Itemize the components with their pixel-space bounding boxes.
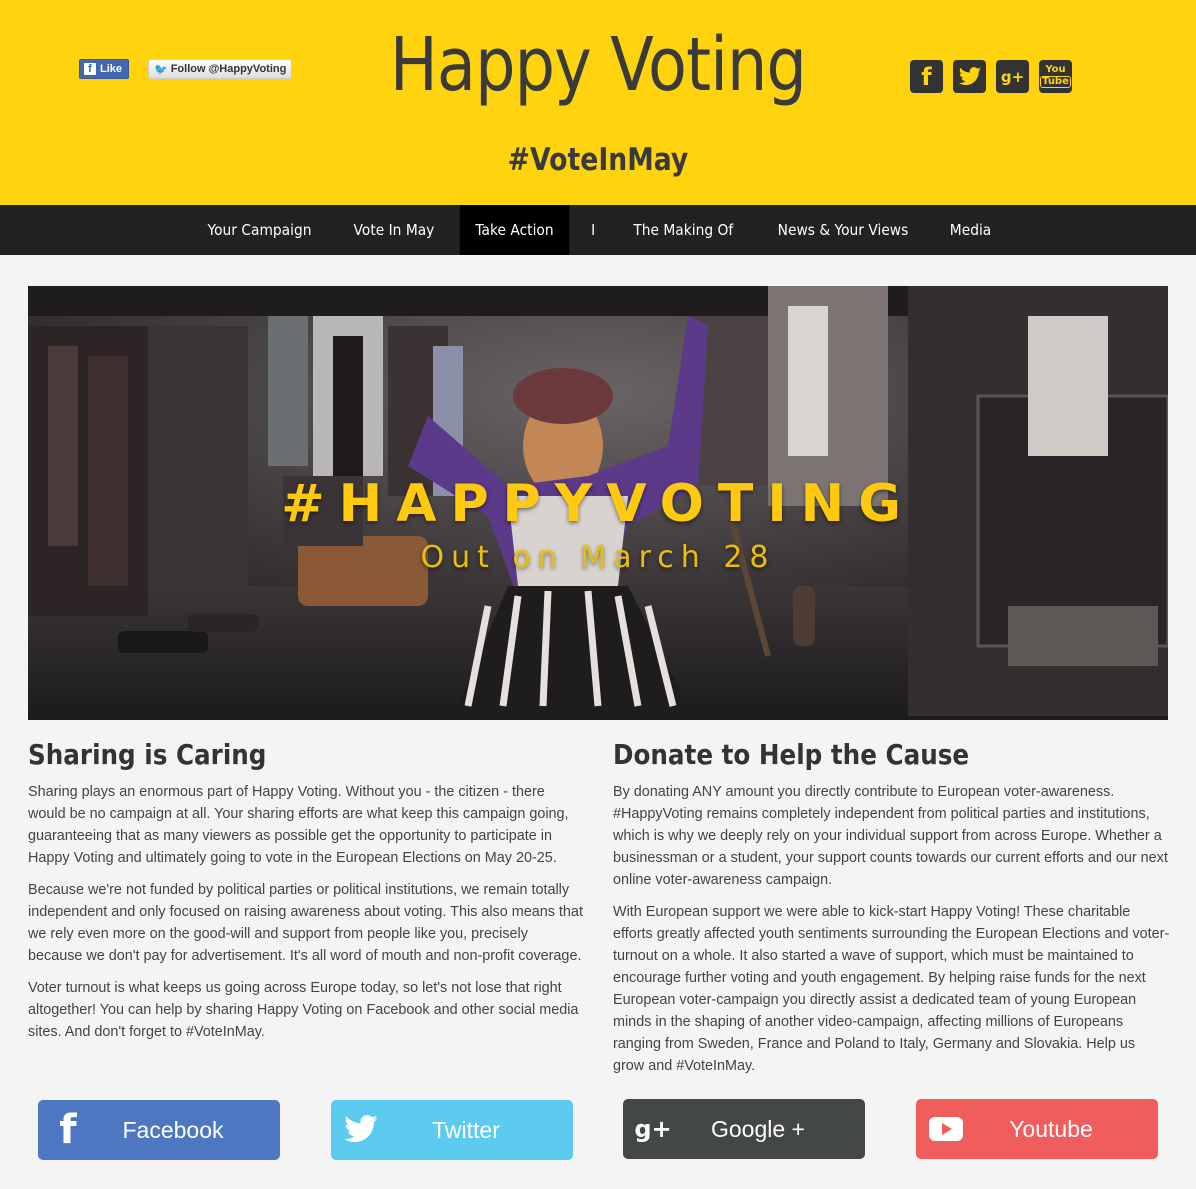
nav-item-the-making-of[interactable]: The Making Of [618, 205, 749, 255]
share-youtube-button[interactable]: Youtube [916, 1099, 1158, 1159]
sharing-title: Sharing is Caring [28, 738, 267, 771]
nav-item-take-action[interactable]: Take Action [459, 205, 570, 255]
site-header: f Like 🐦 Follow @HappyVoting Happy Votin… [0, 0, 1196, 205]
sharing-paragraph: Because we're not funded by political pa… [28, 882, 583, 964]
nav-item-news-your-views[interactable]: News & Your Views [762, 205, 924, 255]
nav-item-i[interactable]: I [575, 205, 610, 255]
sharing-paragraph: Sharing plays an enormous part of Happy … [28, 784, 569, 866]
nav-item-media[interactable]: Media [934, 205, 1007, 255]
twitter-icon[interactable] [953, 60, 986, 93]
facebook-icon: f [59, 1107, 77, 1153]
share-google-plus-button[interactable]: g+ Google + [623, 1099, 865, 1159]
google-plus-icon: g+ [634, 1115, 672, 1143]
share-facebook-button[interactable]: f Facebook [38, 1100, 280, 1160]
share-facebook-label: Facebook [122, 1116, 224, 1143]
site-hashtag: #VoteInMay [507, 142, 689, 178]
nav-item-your-campaign[interactable]: Your Campaign [192, 205, 327, 255]
share-google-plus-label: Google + [711, 1115, 805, 1142]
main-nav: Your Campaign Vote In May Take Action I … [0, 205, 1196, 255]
hero-subline: Out on March 28 [420, 540, 776, 575]
facebook-icon[interactable]: f [910, 60, 943, 93]
share-youtube-label: Youtube [1009, 1115, 1093, 1142]
donate-title: Donate to Help the Cause [613, 738, 970, 771]
youtube-icon[interactable]: You Tube [1039, 60, 1072, 93]
hero-banner[interactable]: #HAPPYVOTING Out on March 28 [28, 286, 1168, 720]
twitter-icon [331, 1115, 391, 1145]
hero-headline: #HAPPYVOTING [281, 474, 915, 534]
share-twitter-label: Twitter [432, 1116, 500, 1143]
donate-paragraph: With European support we were able to ki… [613, 904, 1170, 1074]
google-plus-icon[interactable]: g+ [996, 60, 1029, 93]
donate-section: Donate to Help the Cause By donating ANY… [613, 738, 1170, 1087]
header-social-icons: f g+ You Tube [910, 60, 1072, 93]
nav-item-vote-in-may[interactable]: Vote In May [338, 205, 450, 255]
sharing-section: Sharing is Caring Sharing plays an enorm… [28, 738, 585, 1053]
youtube-play-icon [916, 1117, 976, 1141]
donate-paragraph: By donating ANY amount you directly cont… [613, 784, 1168, 888]
share-twitter-button[interactable]: Twitter [331, 1100, 573, 1160]
sharing-paragraph: Voter turnout is what keeps us going acr… [28, 980, 579, 1040]
